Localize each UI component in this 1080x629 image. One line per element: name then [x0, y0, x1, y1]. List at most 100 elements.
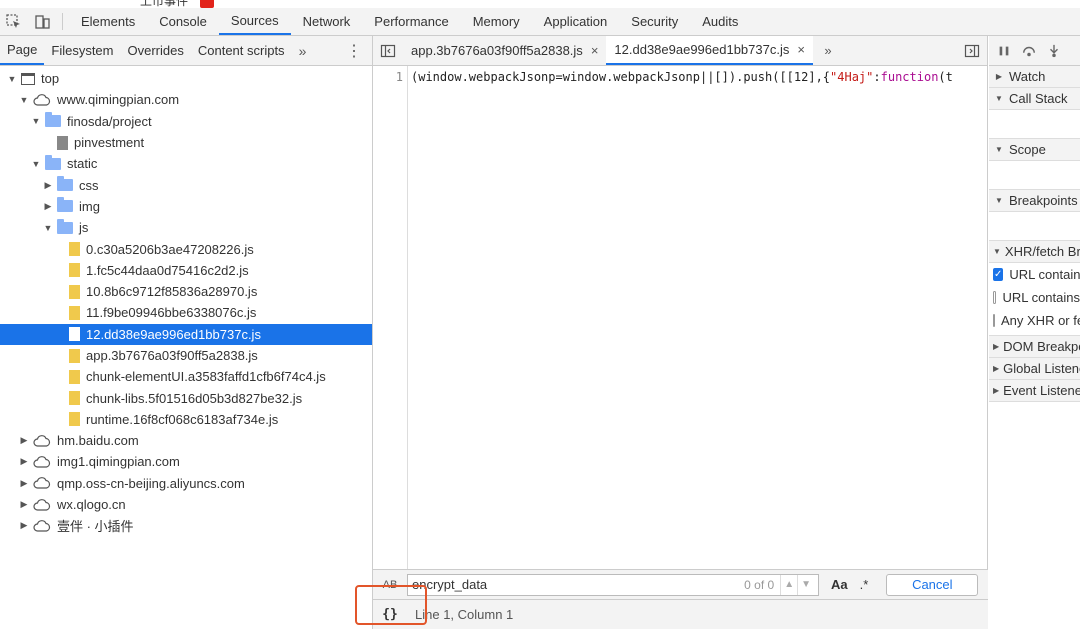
step-over-icon[interactable] [1021, 44, 1037, 58]
tree-item[interactable]: app.3b7676a03f90ff5a2838.js [0, 345, 372, 366]
line-number[interactable]: 1 [396, 70, 403, 84]
regex-button[interactable]: .* [860, 577, 869, 592]
tab-audits[interactable]: Audits [690, 8, 750, 35]
chevron-right-icon[interactable]: ▶ [18, 499, 30, 511]
tree-item[interactable]: chunk-libs.5f01516d05b3d827be32.js [0, 387, 372, 408]
pane-scope[interactable]: ▼ Scope [989, 139, 1080, 161]
tree-item[interactable]: runtime.16f8cf068c6183af734e.js [0, 409, 372, 430]
tab-elements[interactable]: Elements [69, 8, 147, 35]
pane-call-stack[interactable]: ▼ Call Stack [989, 88, 1080, 110]
chevron-down-icon[interactable]: ▼ [30, 158, 42, 170]
chevron-down-icon[interactable]: ▼ [18, 94, 30, 106]
pane-global-listeners[interactable]: ▶Global Listeners [989, 358, 1080, 380]
tab-network[interactable]: Network [291, 8, 363, 35]
tree-item[interactable]: ▼ www.qimingpian.com [0, 89, 372, 110]
cancel-button[interactable]: Cancel [886, 573, 979, 596]
search-next-icon[interactable]: ▼ [797, 574, 814, 595]
search-bar: AB 0 of 0 ▲ ▼ Aa .* Cancel [373, 569, 988, 599]
close-icon[interactable]: × [591, 43, 599, 58]
xhr-breakpoint-item[interactable]: Any XHR or fetch [989, 309, 1080, 332]
tree-item[interactable]: ▼ top [0, 68, 372, 89]
js-file-icon [69, 284, 80, 299]
tree-item[interactable]: 12.dd38e9ae996ed1bb737c.js [0, 323, 372, 345]
tree-item[interactable]: ▶ css [0, 174, 372, 195]
close-icon[interactable]: × [797, 42, 805, 57]
match-case-button[interactable]: Aa [831, 577, 848, 592]
chevron-down-icon: ▼ [995, 145, 1003, 154]
tab-content-scripts[interactable]: Content scripts [191, 36, 292, 65]
tree-item[interactable]: ▶ img1.qimingpian.com [0, 451, 372, 472]
editor-tab-12[interactable]: 12.dd38e9ae996ed1bb737c.js × [606, 36, 813, 65]
xhr-breakpoint-item[interactable]: URL contains [989, 286, 1080, 309]
tab-application[interactable]: Application [532, 8, 620, 35]
tree-item-label: qmp.oss-cn-beijing.aliyuncs.com [57, 475, 245, 491]
chevron-right-icon[interactable]: ▶ [42, 179, 54, 191]
chevron-down-icon[interactable]: ▼ [30, 115, 42, 127]
xhr-breakpoint-item[interactable]: ✓ URL contains [989, 263, 1080, 286]
pane-breakpoints[interactable]: ▼ Breakpoints [989, 190, 1080, 212]
checkbox[interactable] [993, 291, 997, 304]
tree-item[interactable]: 0.c30a5206b3ae47208226.js [0, 238, 372, 259]
tab-performance[interactable]: Performance [362, 8, 460, 35]
tab-sources[interactable]: Sources [218, 8, 291, 35]
editor-tab-app[interactable]: app.3b7676a03f90ff5a2838.js × [403, 36, 606, 65]
toggle-navigator-icon[interactable] [373, 36, 403, 65]
tree-item[interactable]: chunk-elementUI.a3583faffd1cfb6f74c4.js [0, 366, 372, 387]
device-toolbar-icon[interactable] [28, 8, 56, 35]
tree-item[interactable]: 10.8b6c9712f85836a28970.js [0, 281, 372, 302]
checkbox-checked[interactable]: ✓ [993, 268, 1004, 281]
checkbox[interactable] [993, 314, 995, 327]
tree-item-label: top [41, 71, 60, 87]
pane-xhr-breakpoints[interactable]: ▼XHR/fetch Breakpoints [989, 241, 1080, 263]
search-prev-icon[interactable]: ▲ [780, 574, 797, 595]
tree-item[interactable]: ▼ static [0, 153, 372, 174]
search-input[interactable] [412, 577, 745, 592]
tree-item[interactable]: ▼ finosda/project [0, 111, 372, 132]
chevron-right-icon: ▶ [993, 386, 1000, 395]
tree-item[interactable]: ▶ wx.qlogo.cn [0, 494, 372, 515]
kebab-menu-icon[interactable]: ⋮ [336, 36, 372, 65]
js-file-icon [69, 348, 80, 363]
tree-item[interactable]: 11.f9be09946bbe6338076c.js [0, 302, 372, 323]
more-tabs-icon[interactable]: » [813, 36, 843, 65]
tab-security[interactable]: Security [619, 8, 690, 35]
chevron-down-icon[interactable]: ▼ [6, 73, 18, 85]
tab-filesystem[interactable]: Filesystem [44, 36, 120, 65]
tree-item[interactable]: ▼ js [0, 217, 372, 238]
step-into-icon[interactable] [1047, 44, 1061, 58]
tab-memory[interactable]: Memory [461, 8, 532, 35]
chevron-right-icon[interactable]: ▶ [42, 200, 54, 212]
cloud-icon [33, 456, 51, 468]
tree-item[interactable]: pinvestment [0, 132, 372, 153]
pretty-print-button[interactable]: {} [373, 607, 407, 622]
tree-item[interactable]: ▶ qmp.oss-cn-beijing.aliyuncs.com [0, 473, 372, 494]
chevron-down-icon: ▼ [995, 196, 1003, 205]
tree-item[interactable]: ▶ hm.baidu.com [0, 430, 372, 451]
tree-item[interactable]: ▶ 壹伴 · 小插件 [0, 515, 372, 536]
inspect-element-icon[interactable] [0, 8, 28, 35]
toolbar-divider [62, 13, 63, 30]
more-tabs-icon[interactable]: » [292, 36, 314, 65]
toggle-debugger-icon[interactable] [957, 36, 987, 65]
replace-toggle-icon[interactable]: AB [373, 579, 407, 591]
tree-item-label: www.qimingpian.com [57, 92, 180, 108]
tree-item-label: wx.qlogo.cn [57, 497, 126, 513]
chevron-down-icon[interactable]: ▼ [42, 222, 54, 234]
folder-icon [45, 154, 61, 170]
pane-event-listeners[interactable]: ▶Event Listeners [989, 380, 1080, 402]
pane-watch[interactable]: ▶ Watch [989, 66, 1080, 88]
chevron-right-icon[interactable]: ▶ [18, 435, 30, 447]
tab-console[interactable]: Console [147, 8, 219, 35]
code-line[interactable]: (window.webpackJsonp=window.webpackJsonp… [411, 70, 988, 90]
editor-tabs: app.3b7676a03f90ff5a2838.js × 12.dd38e9a… [373, 36, 987, 66]
pause-icon[interactable] [997, 44, 1011, 58]
chevron-right-icon[interactable]: ▶ [18, 477, 30, 489]
tab-overrides[interactable]: Overrides [121, 36, 191, 65]
tab-page[interactable]: Page [0, 36, 45, 65]
chevron-right-icon[interactable]: ▶ [18, 520, 30, 532]
tree-item[interactable]: ▶ img [0, 196, 372, 217]
chevron-right-icon[interactable]: ▶ [18, 456, 30, 468]
pane-dom-breakpoints[interactable]: ▶DOM Breakpoints [989, 336, 1080, 358]
tree-item[interactable]: 1.fc5c44daa0d75416c2d2.js [0, 260, 372, 281]
pane-label: Global Listeners [1003, 361, 1080, 376]
